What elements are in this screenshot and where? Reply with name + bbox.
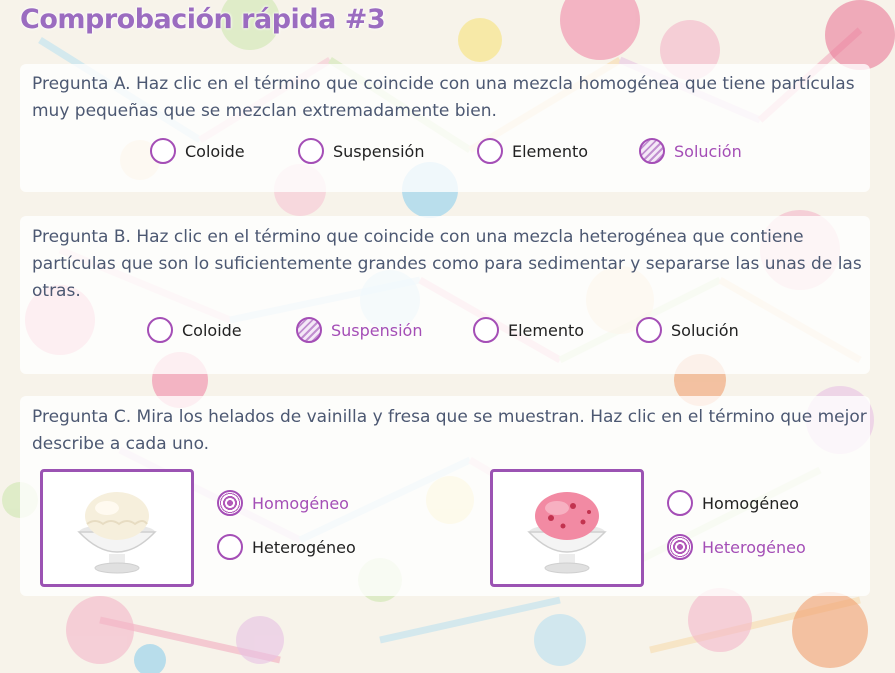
option-label: Elemento — [512, 141, 589, 161]
strawberry-ice-cream-icon — [527, 492, 607, 574]
option-label: Homogéneo — [252, 493, 349, 513]
option-b-coloide[interactable]: Coloide — [147, 317, 242, 343]
radio-selected-icon[interactable] — [667, 534, 693, 560]
option-label: Solución — [674, 141, 742, 161]
option-a-elemento[interactable]: Elemento — [477, 138, 588, 164]
vanilla-ice-cream-image — [40, 469, 194, 587]
option-label: Suspensión — [333, 141, 425, 161]
option-label: Suspensión — [331, 320, 423, 340]
radio-unselected-icon[interactable] — [636, 317, 662, 343]
option-label: Homogéneo — [702, 493, 799, 513]
option-label: Solución — [671, 320, 739, 340]
option-b-solucion[interactable]: Solución — [636, 317, 739, 343]
radio-selected-icon[interactable] — [296, 317, 322, 343]
question-c-text: Pregunta C. Mira los helados de vainilla… — [32, 407, 867, 454]
option-b-suspension[interactable]: Suspensión — [296, 317, 422, 343]
vanilla-ice-cream-icon — [77, 492, 157, 574]
option-a-suspension[interactable]: Suspensión — [298, 138, 424, 164]
option-vanilla-homogeneo[interactable]: Homogéneo — [217, 490, 349, 516]
option-b-elemento[interactable]: Elemento — [473, 317, 584, 343]
radio-unselected-icon[interactable] — [147, 317, 173, 343]
option-label: Elemento — [508, 320, 585, 340]
page-title: Comprobación rápida #3 — [20, 4, 386, 35]
option-label: Heterogéneo — [702, 537, 806, 557]
question-b-text: Pregunta B. Haz clic en el término que c… — [32, 227, 862, 301]
radio-unselected-icon[interactable] — [217, 534, 243, 560]
option-label: Heterogéneo — [252, 537, 356, 557]
radio-selected-icon[interactable] — [639, 138, 665, 164]
option-a-coloide[interactable]: Coloide — [150, 138, 245, 164]
radio-unselected-icon[interactable] — [150, 138, 176, 164]
option-label: Coloide — [182, 320, 242, 340]
question-a-text: Pregunta A. Haz clic en el término que c… — [32, 74, 855, 121]
option-a-solucion[interactable]: Solución — [639, 138, 742, 164]
radio-unselected-icon[interactable] — [298, 138, 324, 164]
strawberry-ice-cream-image — [490, 469, 644, 587]
option-label: Coloide — [185, 141, 245, 161]
option-strawberry-heterogeneo[interactable]: Heterogéneo — [667, 534, 806, 560]
radio-selected-icon[interactable] — [217, 490, 243, 516]
radio-unselected-icon[interactable] — [473, 317, 499, 343]
option-strawberry-homogeneo[interactable]: Homogéneo — [667, 490, 799, 516]
option-vanilla-heterogeneo[interactable]: Heterogéneo — [217, 534, 356, 560]
radio-unselected-icon[interactable] — [667, 490, 693, 516]
radio-unselected-icon[interactable] — [477, 138, 503, 164]
